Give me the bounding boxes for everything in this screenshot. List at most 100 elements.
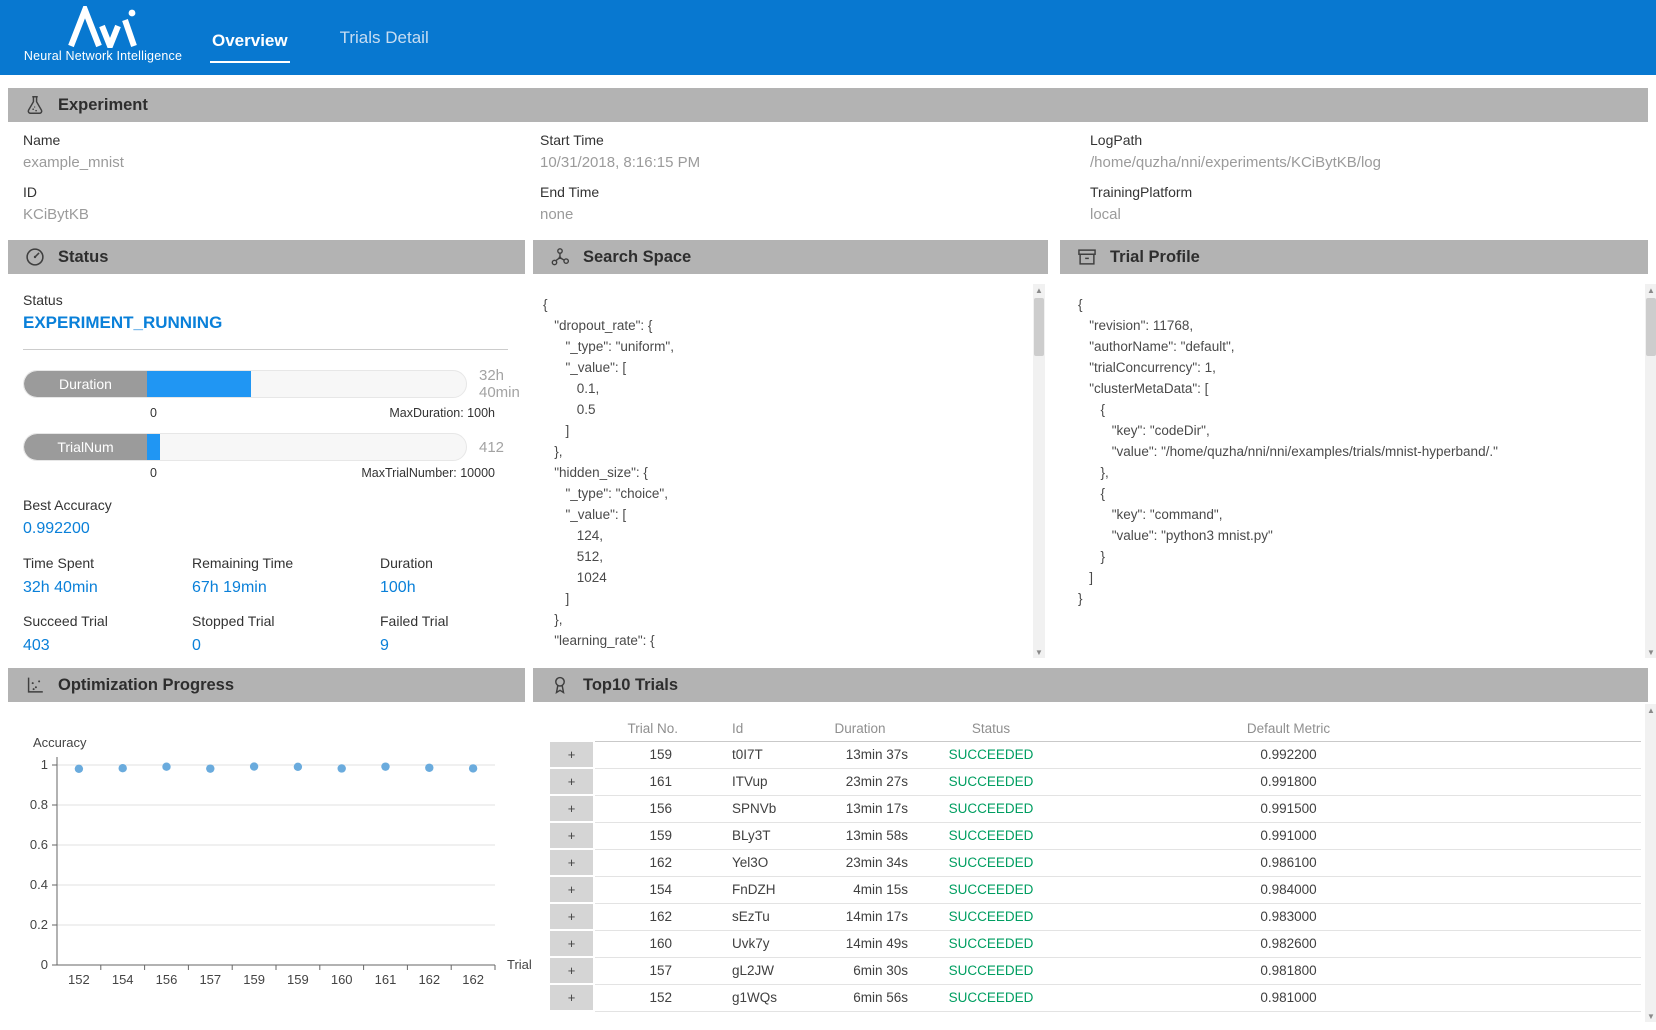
stat-label: Duration — [380, 555, 508, 571]
trial-status-cell: SUCCEEDED — [916, 957, 1066, 984]
field-label: ID — [23, 184, 124, 200]
expand-row-button[interactable]: + — [549, 957, 594, 984]
chart-point — [381, 762, 389, 770]
scrollbar-thumb[interactable] — [1034, 298, 1044, 356]
section-title: Optimization Progress — [58, 676, 234, 695]
duration-progress-row: Duration 32h 40min — [23, 367, 508, 401]
y-tick-label: 0.6 — [30, 837, 48, 852]
trial-status-cell: SUCCEEDED — [916, 822, 1066, 849]
top-navigation-bar: Neural Network Intelligence Overview Tri… — [0, 0, 1656, 75]
y-tick-label: 0.2 — [30, 917, 48, 932]
chart-point — [75, 765, 83, 773]
stat-value: 32h 40min — [23, 579, 192, 597]
scroll-down-arrow[interactable]: ▼ — [1645, 646, 1656, 658]
progress-max: MaxDuration: 100h — [389, 406, 495, 420]
top-trials-section-header: Top10 Trials — [533, 668, 1648, 702]
trial-id-cell: Yel3O — [686, 849, 804, 876]
x-tick-label: 159 — [243, 972, 265, 987]
expand-row-button[interactable]: + — [549, 768, 594, 795]
trial-row: + 159 BLy3T 13min 58s SUCCEEDED 0.991000 — [549, 822, 1641, 849]
progress-fill — [147, 371, 251, 397]
stat-label: Failed Trial — [380, 613, 508, 629]
top-trials-scrollbar[interactable]: ▲ ▼ — [1645, 704, 1656, 1022]
search-space-graph-icon — [549, 246, 571, 268]
expand-row-button[interactable]: + — [549, 849, 594, 876]
stat-time-spent: Time Spent 32h 40min — [23, 555, 192, 597]
trial-metric-cell: 0.983000 — [1066, 903, 1511, 930]
trial-no-cell: 162 — [594, 849, 686, 876]
chart-point — [250, 762, 258, 770]
trial-no-cell: 161 — [594, 768, 686, 795]
trial-profile-scrollbar[interactable]: ▲ ▼ — [1645, 284, 1656, 658]
trial-no-cell: 160 — [594, 930, 686, 957]
trial-row: + 160 Uvk7y 14min 49s SUCCEEDED 0.982600 — [549, 930, 1641, 957]
trial-status-cell: SUCCEEDED — [916, 849, 1066, 876]
stat-remaining-time: Remaining Time 67h 19min — [192, 555, 380, 597]
stat-label: Stopped Trial — [192, 613, 380, 629]
search-space-json: { "dropout_rate": { "_type": "uniform", … — [543, 294, 1021, 656]
experiment-status-value: EXPERIMENT_RUNNING — [23, 313, 508, 333]
expand-row-button[interactable]: + — [549, 822, 594, 849]
nni-logo-icon — [23, 6, 183, 48]
field-value: none — [540, 206, 700, 223]
best-accuracy-label: Best Accuracy — [23, 497, 508, 513]
field-value: local — [1090, 206, 1381, 223]
trial-row: + 162 Yel3O 23min 34s SUCCEEDED 0.986100 — [549, 849, 1641, 876]
chart-point — [469, 764, 477, 772]
scroll-up-arrow[interactable]: ▲ — [1645, 284, 1656, 296]
trial-profile-section-header: Trial Profile — [1060, 240, 1648, 274]
trial-duration-cell: 6min 30s — [804, 957, 916, 984]
stat-duration: Duration 100h — [380, 555, 508, 597]
trial-metric-cell: 0.991000 — [1066, 822, 1511, 849]
field-value: KCiBytKB — [23, 206, 124, 223]
x-tick-label: 162 — [462, 972, 484, 987]
scroll-down-arrow[interactable]: ▼ — [1033, 646, 1045, 658]
x-tick-label: 154 — [112, 972, 134, 987]
search-space-scrollbar[interactable]: ▲ ▼ — [1033, 284, 1045, 658]
experiment-info-col3: LogPath /home/quzha/nni/experiments/KCiB… — [1090, 132, 1381, 236]
scrollbar-thumb[interactable] — [1646, 298, 1656, 356]
stat-value: 100h — [380, 579, 508, 597]
col-header-status: Status — [916, 716, 1066, 741]
stat-label: Time Spent — [23, 555, 192, 571]
section-title: Top10 Trials — [583, 676, 678, 695]
trialnum-value: 412 — [479, 439, 504, 456]
x-tick-label: 159 — [287, 972, 309, 987]
expand-row-button[interactable]: + — [549, 876, 594, 903]
trial-row: + 154 FnDZH 4min 15s SUCCEEDED 0.984000 — [549, 876, 1641, 903]
nni-logo[interactable]: Neural Network Intelligence — [23, 6, 183, 70]
stat-failed-trial: Failed Trial 9 — [380, 613, 508, 655]
status-panel-body: Status EXPERIMENT_RUNNING Duration 32h 4… — [23, 292, 508, 655]
expand-row-button[interactable]: + — [549, 795, 594, 822]
scroll-up-arrow[interactable]: ▲ — [1033, 284, 1045, 296]
experiment-field: TrainingPlatform local — [1090, 184, 1381, 223]
trial-metric-cell: 0.984000 — [1066, 876, 1511, 903]
trial-metric-cell: 0.991800 — [1066, 768, 1511, 795]
scroll-up-arrow[interactable]: ▲ — [1645, 704, 1656, 716]
trial-no-cell: 156 — [594, 795, 686, 822]
x-tick-label: 161 — [375, 972, 397, 987]
expand-row-button[interactable]: + — [549, 741, 594, 768]
col-header-duration: Duration — [804, 716, 916, 741]
y-tick-label: 0.4 — [30, 877, 48, 892]
flask-icon — [24, 94, 46, 116]
trial-row: + 161 ITVup 23min 27s SUCCEEDED 0.991800 — [549, 768, 1641, 795]
top-trials-header-row: Trial No. Id Duration Status Default Met… — [549, 716, 1641, 741]
logo-title: Neural Network Intelligence — [23, 49, 183, 63]
trial-status-cell: SUCCEEDED — [916, 930, 1066, 957]
trial-profile-json: { "revision": 11768, "authorName": "defa… — [1078, 294, 1638, 656]
expand-row-button[interactable]: + — [549, 930, 594, 957]
tab-trials-detail[interactable]: Trials Detail — [338, 22, 431, 54]
trial-no-cell: 157 — [594, 957, 686, 984]
y-tick-label: 0 — [41, 957, 48, 972]
expand-row-button[interactable]: + — [549, 903, 594, 930]
trial-id-cell: BLy3T — [686, 822, 804, 849]
chart-point — [294, 763, 302, 771]
archive-box-icon — [1076, 246, 1098, 268]
field-label: Name — [23, 132, 124, 148]
scroll-down-arrow[interactable]: ▼ — [1645, 1010, 1656, 1022]
col-header-trial-no: Trial No. — [594, 716, 686, 741]
expand-row-button[interactable]: + — [549, 984, 594, 1011]
section-title: Experiment — [58, 96, 148, 115]
tab-overview[interactable]: Overview — [210, 25, 290, 63]
